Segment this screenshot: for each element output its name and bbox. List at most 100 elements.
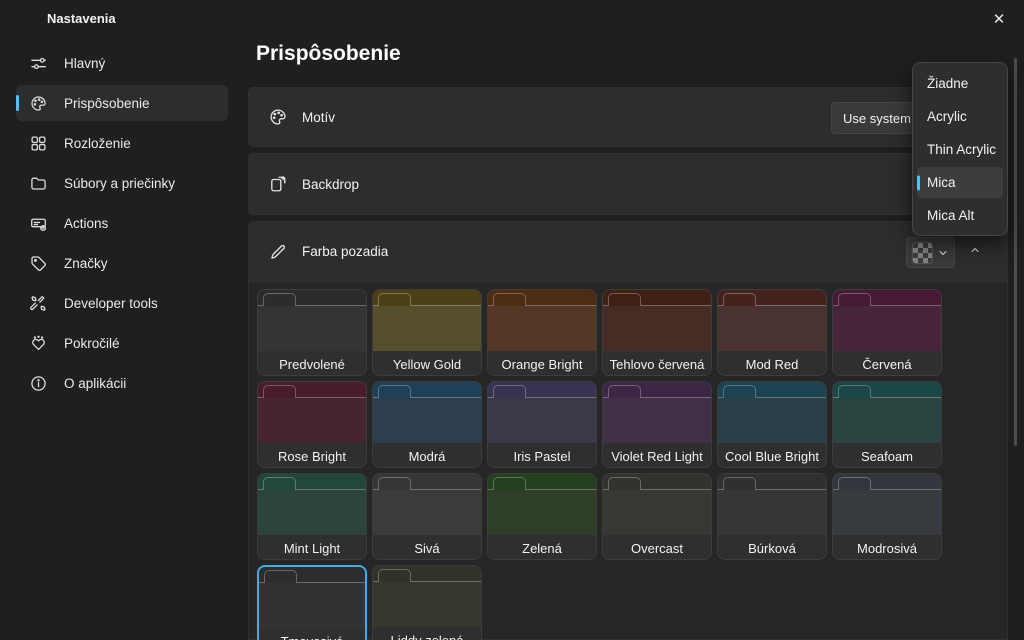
menu-item-acrylic[interactable]: Acrylic	[917, 101, 1003, 132]
sidebar-item-pokrocile[interactable]: Pokročilé	[16, 325, 228, 361]
folder-swatch	[603, 382, 711, 443]
actions-icon	[30, 215, 47, 232]
folder-tab	[378, 569, 411, 582]
color-tile[interactable]: Modrá	[372, 381, 482, 468]
color-tile[interactable]: Búrková	[717, 473, 827, 560]
selection-indicator	[16, 175, 19, 191]
folder-swatch	[488, 290, 596, 351]
folder-swatch	[373, 474, 481, 535]
sidebar-item-label: Rozloženie	[64, 136, 131, 151]
folder-swatch	[833, 382, 941, 443]
folder-swatch	[373, 290, 481, 351]
sidebar-item-actions[interactable]: Actions	[16, 205, 228, 241]
color-tile[interactable]: Tmavosivá	[257, 565, 367, 640]
color-tile-label: Modrá	[373, 443, 481, 468]
menu-item-thin-acrylic[interactable]: Thin Acrylic	[917, 134, 1003, 165]
color-tile[interactable]: Mod Red	[717, 289, 827, 376]
color-tile[interactable]: Violet Red Light	[602, 381, 712, 468]
color-tile[interactable]: Tehlovo červená	[602, 289, 712, 376]
menu-item-ziadne[interactable]: Žiadne	[917, 68, 1003, 99]
background-color-expander: Predvolené Yellow Gold Orange Bright	[248, 282, 1008, 640]
chevron-down-icon	[937, 247, 949, 259]
color-tile[interactable]: Orange Bright	[487, 289, 597, 376]
color-tile-label: Červená	[833, 351, 941, 376]
folder-body	[258, 489, 366, 535]
color-tile[interactable]: Sivá	[372, 473, 482, 560]
color-tile[interactable]: Rose Bright	[257, 381, 367, 468]
folder-body	[488, 489, 596, 535]
color-tile[interactable]: Overcast	[602, 473, 712, 560]
folder-body	[259, 582, 365, 628]
folder-tab	[378, 385, 411, 398]
sidebar-item-devtools[interactable]: Developer tools	[16, 285, 228, 321]
menu-item-mica-alt[interactable]: Mica Alt	[917, 200, 1003, 231]
folder-swatch	[258, 382, 366, 443]
color-tile[interactable]: Červená	[832, 289, 942, 376]
folder-tab	[263, 477, 296, 490]
sidebar-item-subory[interactable]: Súbory a priečinky	[16, 165, 228, 201]
settings-window: Nastavenia ✕ Hlavný Prispôsobenie Rozlož…	[0, 0, 1024, 640]
color-tile-label: Predvolené	[258, 351, 366, 376]
color-tile-label: Overcast	[603, 535, 711, 560]
menu-item-mica[interactable]: Mica	[917, 167, 1003, 198]
color-tile[interactable]: Liddy zelená	[372, 565, 482, 640]
folder-swatch	[833, 474, 941, 535]
sidebar-item-hlavny[interactable]: Hlavný	[16, 45, 228, 81]
backdrop-card-label: Backdrop	[302, 177, 359, 192]
color-tile[interactable]: Yellow Gold	[372, 289, 482, 376]
folder-tab	[264, 570, 297, 583]
sidebar-item-rozlozenie[interactable]: Rozloženie	[16, 125, 228, 161]
color-tile-label: Tmavosivá	[259, 628, 365, 640]
folder-swatch	[488, 474, 596, 535]
folder-swatch	[258, 474, 366, 535]
folder-swatch	[258, 290, 366, 351]
background-color-card-label: Farba pozadia	[302, 244, 388, 259]
window-title: Nastavenia	[47, 11, 116, 26]
sidebar-item-label: O aplikácii	[64, 376, 126, 391]
folder-body	[833, 305, 941, 351]
folder-body	[373, 305, 481, 351]
color-picker-split-button[interactable]	[906, 237, 955, 268]
folder-tab	[263, 293, 296, 306]
menu-item-label: Žiadne	[927, 76, 968, 91]
sidebar-item-label: Pokročilé	[64, 336, 120, 351]
folder-body	[833, 489, 941, 535]
folder-body	[488, 397, 596, 443]
color-tile[interactable]: Seafoam	[832, 381, 942, 468]
vertical-scrollbar[interactable]	[1014, 58, 1017, 446]
folder-body	[373, 397, 481, 443]
color-tile-label: Búrková	[718, 535, 826, 560]
color-tile[interactable]: Iris Pastel	[487, 381, 597, 468]
color-tile-label: Mint Light	[258, 535, 366, 560]
sidebar-item-label: Developer tools	[64, 296, 158, 311]
close-button[interactable]: ✕	[984, 6, 1014, 32]
folder-body	[258, 305, 366, 351]
color-tile-label: Cool Blue Bright	[718, 443, 826, 468]
backdrop-icon	[269, 175, 287, 193]
selection-indicator	[16, 55, 19, 71]
color-tile[interactable]: Modrosivá	[832, 473, 942, 560]
color-tile[interactable]: Predvolené	[257, 289, 367, 376]
sidebar-item-znacky[interactable]: Značky	[16, 245, 228, 281]
selection-indicator	[16, 255, 19, 271]
folder-body	[488, 305, 596, 351]
sidebar-item-prisposobenie[interactable]: Prispôsobenie	[16, 85, 228, 121]
color-tile-label: Violet Red Light	[603, 443, 711, 468]
folder-body	[603, 489, 711, 535]
sidebar-item-oaplikacii[interactable]: O aplikácii	[16, 365, 228, 401]
color-tile[interactable]: Zelená	[487, 473, 597, 560]
theme-card[interactable]: Motív Use system setting	[248, 87, 1008, 147]
folder-swatch	[488, 382, 596, 443]
chevron-up-icon[interactable]	[969, 244, 981, 256]
sidebar-item-label: Značky	[64, 256, 108, 271]
selection-indicator	[16, 375, 19, 391]
palette-icon	[269, 108, 287, 126]
folder-tab	[493, 385, 526, 398]
background-color-card[interactable]: Farba pozadia	[248, 221, 1008, 282]
sidebar: Hlavný Prispôsobenie Rozloženie Súbory a…	[16, 45, 228, 405]
backdrop-card[interactable]: Backdrop	[248, 153, 1008, 215]
color-tile-label: Seafoam	[833, 443, 941, 468]
color-tile[interactable]: Cool Blue Bright	[717, 381, 827, 468]
tools-icon	[30, 295, 47, 312]
color-tile[interactable]: Mint Light	[257, 473, 367, 560]
